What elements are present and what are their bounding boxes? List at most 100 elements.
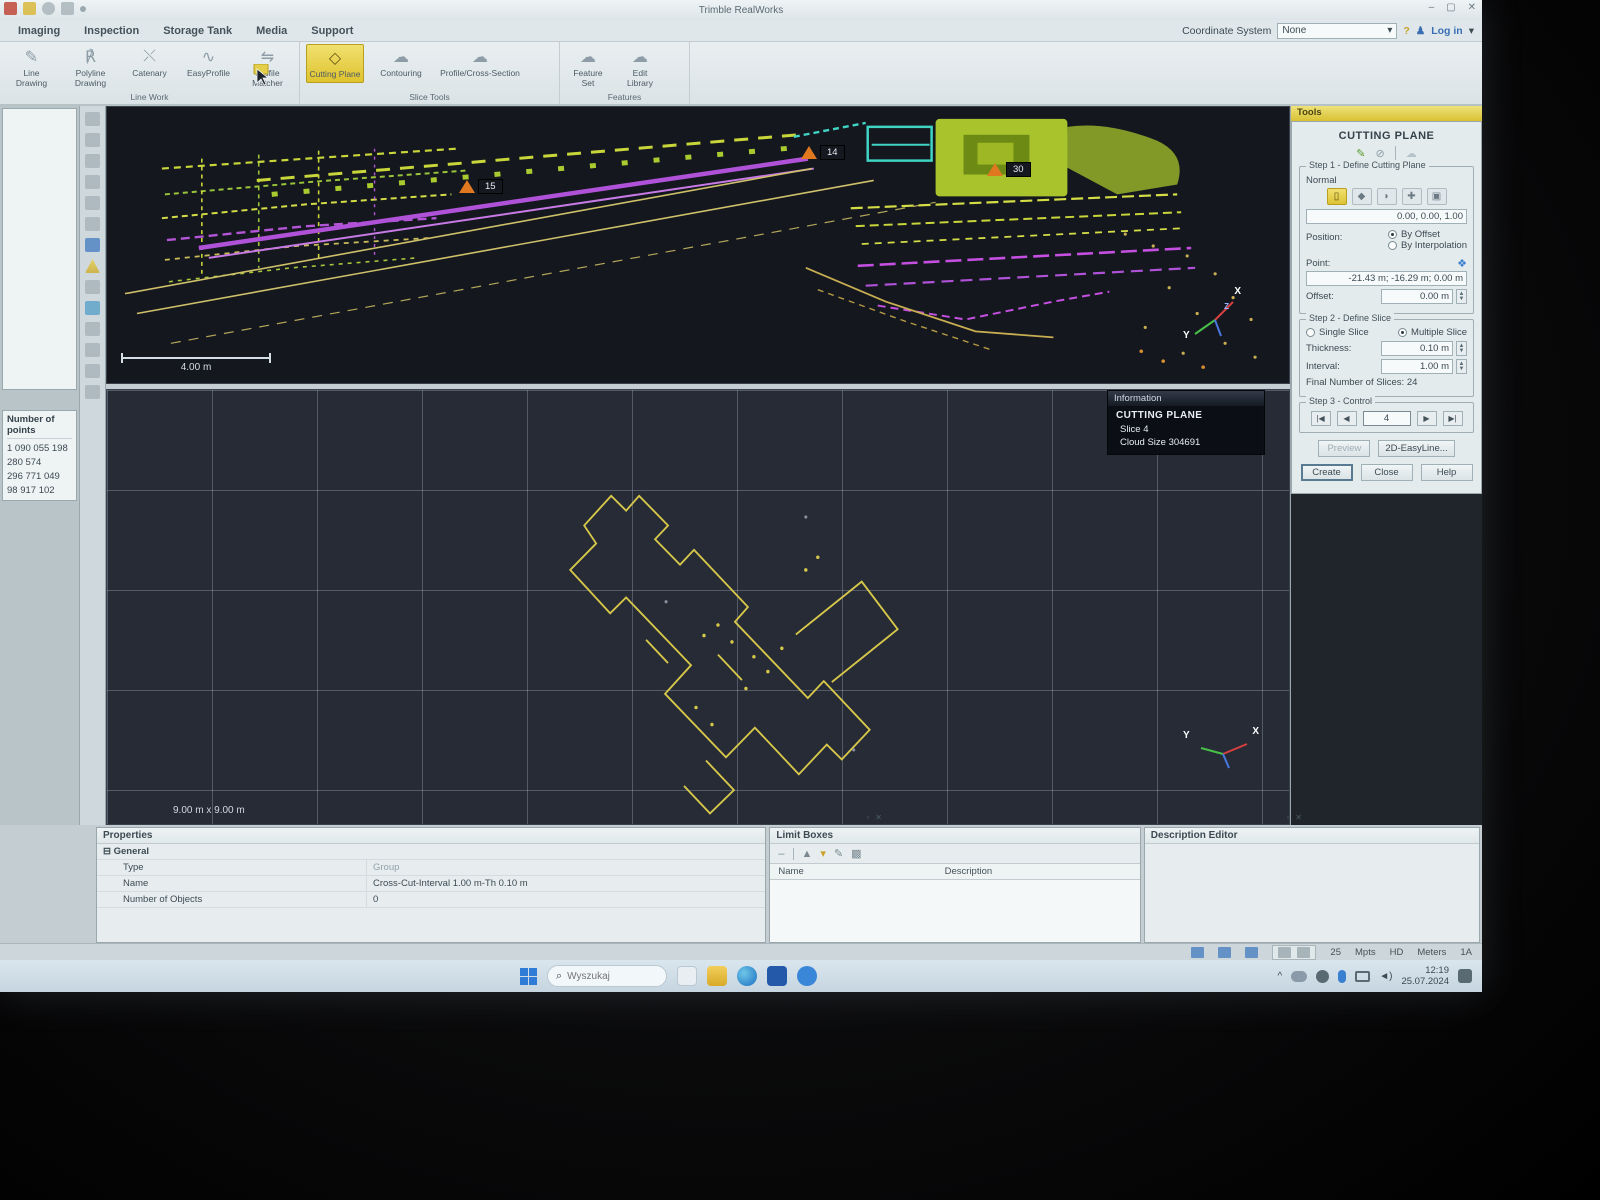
teams-icon[interactable] [797, 966, 817, 986]
normal-z-button[interactable]: ▯ [1327, 188, 1347, 205]
cloud-render-icon[interactable] [1278, 947, 1291, 958]
grid-icon[interactable] [61, 2, 74, 15]
minimize-button[interactable]: – [1429, 2, 1435, 13]
single-slice-radio[interactable]: Single Slice [1306, 327, 1369, 338]
by-interpolation-radio[interactable]: By Interpolation [1388, 240, 1467, 251]
current-slice-input[interactable]: 4 [1363, 411, 1411, 426]
microphone-icon[interactable] [1338, 970, 1346, 983]
interval-spinner[interactable]: ▲▼ [1456, 359, 1467, 374]
edit-library-button[interactable]: ☁ Edit Library [618, 44, 662, 91]
point-input[interactable]: -21.43 m; -16.29 m; 0.00 m [1306, 271, 1467, 286]
limit-box-icon[interactable] [85, 301, 100, 315]
speaker-icon[interactable]: ◄) [1379, 971, 1392, 982]
easyline-button[interactable]: 2D-EasyLine... [1378, 440, 1454, 457]
warning-icon[interactable] [85, 259, 100, 273]
next-slice-button[interactable]: ▶ [1417, 411, 1437, 426]
pick-normal-button[interactable]: ✚ [1402, 188, 1422, 205]
tab-storage-tank[interactable]: Storage Tank [151, 22, 244, 40]
settings-icon[interactable] [85, 385, 100, 399]
cutting-plane-button[interactable]: ◇ Cutting Plane [306, 44, 364, 83]
pen-icon[interactable] [23, 2, 36, 15]
polyline-drawing-button[interactable]: ℟ Polyline Drawing [65, 44, 116, 91]
notification-icon[interactable] [1458, 969, 1472, 983]
last-slice-button[interactable]: ▶| [1443, 411, 1463, 426]
station-marker[interactable]: 30 [987, 162, 1031, 177]
screen-icon[interactable] [85, 238, 100, 252]
more-icon[interactable] [80, 6, 86, 12]
reset-plane-icon[interactable]: ☁ [1406, 147, 1417, 160]
edge-icon[interactable] [737, 966, 757, 986]
close-tool-button[interactable]: Close [1361, 464, 1413, 481]
normal-x-button[interactable]: ◆ [1352, 188, 1372, 205]
delete-plane-icon[interactable]: ⊘ [1376, 147, 1385, 160]
login-button[interactable]: Log in [1431, 25, 1463, 37]
by-offset-radio[interactable]: By Offset [1388, 229, 1467, 240]
rotate-icon[interactable] [85, 196, 100, 210]
line-drawing-button[interactable]: ✎ Line Drawing [6, 44, 57, 91]
layout-single-icon[interactable] [1191, 947, 1204, 958]
pick-point-icon[interactable]: ❖ [1457, 257, 1467, 270]
close-button[interactable]: ✕ [1468, 2, 1476, 13]
thickness-input[interactable]: 0.10 m [1381, 341, 1453, 356]
help-button[interactable]: Help [1421, 464, 1473, 481]
multiple-slice-radio[interactable]: Multiple Slice [1398, 327, 1467, 338]
measure-icon[interactable] [85, 280, 100, 294]
feature-set-button[interactable]: ☁ Feature Set [566, 44, 610, 91]
pan-icon[interactable] [85, 175, 100, 189]
copy-box-icon[interactable]: ▩ [851, 847, 861, 860]
tab-imaging[interactable]: Imaging [6, 22, 72, 40]
display-options-icon[interactable] [85, 133, 100, 147]
normal-y-button[interactable]: ◗ [1377, 188, 1397, 205]
properties-group-general[interactable]: ⊟ General [97, 844, 765, 859]
limit-boxes-list[interactable] [770, 880, 1139, 942]
office-app-icon[interactable] [767, 966, 787, 986]
preview-button[interactable]: Preview [1318, 440, 1370, 457]
draw-box-icon[interactable]: ✎ [834, 847, 843, 860]
profile-cross-section-button[interactable]: ☁ Profile/Cross-Section [438, 44, 522, 81]
description-editor-body[interactable] [1145, 844, 1479, 942]
remove-box-icon[interactable]: – [778, 848, 784, 860]
taskbar-clock[interactable]: 12:19 25.07.2024 [1401, 965, 1449, 988]
limit-boxes-description-column[interactable]: Description [937, 864, 1001, 879]
maximize-button[interactable]: ▢ [1446, 2, 1455, 13]
catenary-button[interactable]: ⤬ Catenary [124, 44, 175, 81]
onedrive-icon[interactable] [1291, 971, 1307, 982]
normal-input[interactable]: 0.00, 0.00, 1.00 [1306, 209, 1467, 224]
create-button[interactable]: Create [1301, 464, 1353, 481]
tab-inspection[interactable]: Inspection [72, 22, 151, 40]
camera-icon[interactable] [85, 322, 100, 336]
circle-icon[interactable] [42, 2, 55, 15]
taskbar-search[interactable]: ⌕ [547, 965, 667, 987]
tray-chevron-icon[interactable]: ^ [1278, 971, 1283, 982]
lock-icon[interactable]: ▲ [802, 848, 813, 860]
numeric-normal-button[interactable]: ▣ [1427, 188, 1447, 205]
point-render-icon[interactable] [1297, 947, 1310, 958]
easyprofile-button[interactable]: ∿ EasyProfile [183, 44, 234, 81]
display-icon[interactable] [1355, 971, 1370, 982]
viewport-2d[interactable]: Information CUTTING PLANE Slice 4 Cloud … [106, 389, 1290, 825]
status-quality[interactable]: HD [1390, 947, 1404, 958]
search-input[interactable] [567, 971, 647, 982]
tab-support[interactable]: Support [299, 22, 365, 40]
viewport-3d[interactable]: 15 14 30 4.00 m [106, 106, 1290, 384]
help-icon[interactable]: ? [1403, 25, 1409, 37]
layout-split-icon[interactable] [1218, 947, 1231, 958]
offset-input[interactable]: 0.00 m [1381, 289, 1453, 304]
target-icon[interactable] [85, 364, 100, 378]
thickness-spinner[interactable]: ▲▼ [1456, 341, 1467, 356]
interval-input[interactable]: 1.00 m [1381, 359, 1453, 374]
status-units[interactable]: Meters [1417, 947, 1446, 958]
pane-float-icon[interactable]: ▫ [866, 813, 869, 822]
network-icon[interactable] [1316, 970, 1329, 983]
prev-slice-button[interactable]: ◀ [1337, 411, 1357, 426]
edit-plane-icon[interactable]: ✎ [1356, 147, 1365, 160]
pane-close-icon[interactable]: ✕ [1295, 813, 1302, 822]
login-chevron-icon[interactable]: ▾ [1469, 25, 1474, 37]
start-button[interactable] [520, 968, 537, 985]
first-slice-button[interactable]: |◀ [1311, 411, 1331, 426]
select-icon[interactable] [85, 217, 100, 231]
limit-boxes-name-column[interactable]: Name [770, 864, 936, 879]
new-box-icon[interactable]: ▾ [820, 847, 826, 860]
snapshot-icon[interactable] [85, 343, 100, 357]
contouring-button[interactable]: ☁ Contouring [372, 44, 430, 81]
